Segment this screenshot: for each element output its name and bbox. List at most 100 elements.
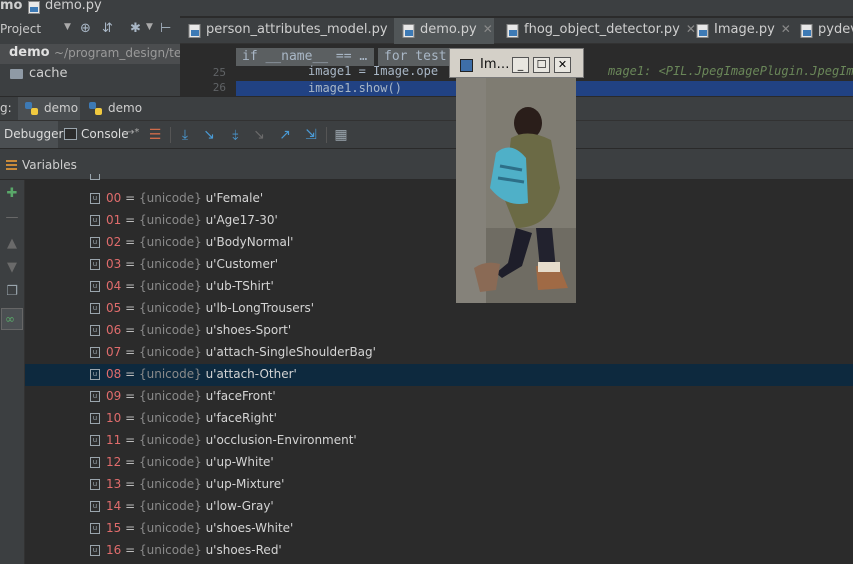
toolbar-divider (326, 127, 327, 143)
variable-type: {unicode} (138, 323, 202, 337)
tab-pydev[interactable]: pydev (792, 18, 853, 44)
equals-sign: = (121, 389, 139, 403)
variable-type: {unicode} (138, 301, 202, 315)
unicode-type-icon: u (90, 479, 100, 490)
move-up-icon[interactable]: ▲ (4, 236, 20, 252)
variable-row[interactable]: u 01 = {unicode} u'Age17-30' (25, 210, 853, 232)
variable-row[interactable]: u 02 = {unicode} u'BodyNormal' (25, 232, 853, 254)
image-window-titlebar[interactable]: Im… _ ☐ ✕ (449, 48, 584, 78)
equals-sign: = (121, 455, 139, 469)
variables-side-toolbar: ✚ — ▲ ▼ ❐ ∞ (0, 180, 25, 564)
close-button[interactable]: ✕ (554, 57, 571, 73)
toggle-view-button[interactable]: ∞ (1, 308, 23, 330)
variable-row[interactable]: u 11 = {unicode} u'occlusion-Environment' (25, 430, 853, 452)
show-execution-point-icon[interactable]: ☰ (146, 126, 164, 144)
variable-row[interactable]: u 16 = {unicode} u'shoes-Red' (25, 540, 853, 562)
variable-index: 13 (106, 477, 122, 491)
equals-sign: = (121, 367, 139, 381)
step-into-icon[interactable]: ↘ (200, 126, 218, 144)
tab-person-attributes-model[interactable]: person_attributes_model.py✕ (180, 18, 404, 44)
variable-row[interactable]: u 09 = {unicode} u'faceFront' (25, 386, 853, 408)
variable-row[interactable]: u 08 = {unicode} u'attach-Other' (25, 364, 853, 386)
add-watch-icon[interactable]: ✚ (4, 186, 20, 202)
variable-row[interactable]: u 14 = {unicode} u'low-Gray' (25, 496, 853, 518)
chevron-down-icon[interactable]: ▼ (64, 22, 71, 32)
variable-row[interactable]: u 00 = {unicode} u'Female' (25, 188, 853, 210)
unicode-type-icon: u (90, 545, 100, 556)
variable-type: {unicode} (138, 543, 202, 557)
variable-row[interactable]: u 03 = {unicode} u'Customer' (25, 254, 853, 276)
variables-icon (6, 160, 17, 170)
step-over-icon[interactable]: ⤓ (176, 126, 194, 144)
variable-text: 00 = {unicode} u'Female' (106, 191, 263, 205)
variable-row[interactable]: u 15 = {unicode} u'shoes-White' (25, 518, 853, 540)
collapse-icon[interactable]: ⇵ (102, 21, 113, 36)
step-out-icon[interactable]: ↗ (276, 126, 294, 144)
run-to-cursor-icon[interactable]: ⇲ (302, 126, 320, 144)
tab-image[interactable]: Image.py ✕ (688, 18, 792, 44)
variable-value: u'ub-TShirt' (205, 279, 274, 293)
move-down-icon[interactable]: ▼ (4, 260, 20, 276)
close-icon[interactable]: ✕ (781, 22, 791, 36)
tab-demo[interactable]: demo.py ✕ (394, 18, 494, 44)
file-crumb[interactable]: demo.py (45, 0, 102, 13)
debug-session-tab[interactable]: demo (82, 97, 148, 121)
locate-icon[interactable]: ⊕ (80, 21, 91, 36)
tab-label: fhog_object_detector.py (524, 22, 680, 37)
project-crumb[interactable]: mo (0, 0, 22, 13)
debug-session-tab[interactable]: demo (18, 97, 80, 121)
gear-icon[interactable]: ✱ (130, 21, 141, 36)
title-bar: mo demo.py (0, 0, 853, 16)
variable-text: 06 = {unicode} u'shoes-Sport' (106, 323, 291, 337)
tab-console[interactable]: Console →* (60, 121, 140, 149)
tab-debugger[interactable]: Debugger (0, 121, 63, 149)
equals-sign: = (121, 477, 139, 491)
console-icon (64, 128, 77, 140)
equals-sign: = (121, 213, 139, 227)
tab-fhog-object-detector[interactable]: fhog_object_detector.py ✕ (498, 18, 696, 44)
image-viewer-window[interactable]: Im… _ ☐ ✕ (449, 48, 584, 304)
toolbar-divider (170, 127, 171, 143)
variable-row[interactable]: u 12 = {unicode} u'up-White' (25, 452, 853, 474)
unicode-type-icon: u (90, 457, 100, 468)
variable-type: {unicode} (138, 345, 202, 359)
project-header: Project ▼ ⊕ ⇵ ✱ ▼ ⊢ (0, 18, 180, 42)
variable-row[interactable]: u 05 = {unicode} u'lb-LongTrousers' (25, 298, 853, 320)
unicode-type-icon: u (90, 303, 100, 314)
force-step-into-icon[interactable]: ↘ (250, 126, 268, 144)
variable-value: u'occlusion-Environment' (205, 433, 357, 447)
variable-row[interactable]: u 06 = {unicode} u'shoes-Sport' (25, 320, 853, 342)
variable-index: 12 (106, 455, 122, 469)
remove-watch-icon[interactable]: — (4, 210, 20, 226)
project-root-name: demo (9, 45, 50, 60)
variable-value: u'attach-SingleShoulderBag' (205, 345, 376, 359)
variable-index: 10 (106, 411, 122, 425)
variable-index: 01 (106, 213, 122, 227)
variable-row[interactable]: u 10 = {unicode} u'faceRight' (25, 408, 853, 430)
variable-row[interactable]: u 13 = {unicode} u'up-Mixture' (25, 474, 853, 496)
copy-icon[interactable]: ❐ (4, 284, 20, 300)
settings-chevron-icon[interactable]: ▼ (146, 22, 153, 32)
evaluate-expression-icon[interactable]: ▦ (332, 126, 350, 144)
variable-value: u'low-Gray' (205, 499, 274, 513)
step-into-my-code-icon[interactable]: ⤈ (226, 126, 244, 144)
project-root-row[interactable]: demo ~/program_design/te (0, 44, 181, 64)
variable-index: 14 (106, 499, 122, 513)
hide-panel-icon[interactable]: ⊢ (160, 21, 171, 36)
variable-type: {unicode} (138, 367, 202, 381)
variable-text: 07 = {unicode} u'attach-SingleShoulderBa… (106, 345, 376, 359)
debug-session-bar: g: demo demo (0, 96, 853, 121)
variable-value: u'shoes-Red' (205, 543, 282, 557)
close-icon[interactable]: ✕ (483, 22, 493, 36)
project-view-label[interactable]: Project (0, 22, 41, 36)
unicode-type-icon: u (90, 259, 100, 270)
minimize-button[interactable]: _ (512, 57, 529, 73)
variable-row[interactable]: u 04 = {unicode} u'ub-TShirt' (25, 276, 853, 298)
variable-row[interactable]: u 07 = {unicode} u'attach-SingleShoulderB… (25, 342, 853, 364)
equals-sign: = (121, 301, 139, 315)
maximize-button[interactable]: ☐ (533, 57, 550, 73)
unicode-type-icon: u (90, 501, 100, 512)
variable-text: 15 = {unicode} u'shoes-White' (106, 521, 293, 535)
console-tab-label: Console (81, 127, 129, 141)
tab-label: person_attributes_model.py (206, 22, 388, 37)
